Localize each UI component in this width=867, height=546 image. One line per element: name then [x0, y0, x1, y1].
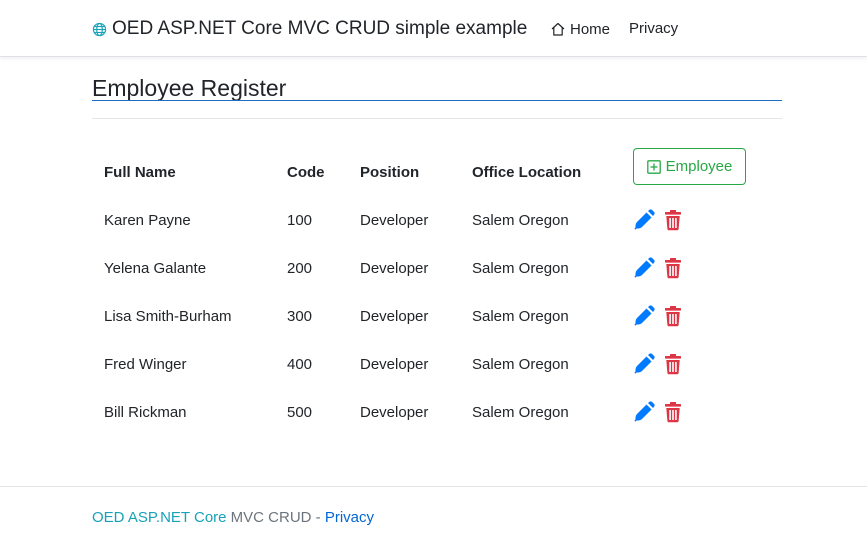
- cell-position: Developer: [360, 260, 429, 277]
- trash-icon[interactable]: [662, 353, 684, 375]
- edit-icon[interactable]: [633, 257, 655, 279]
- header-full-name: Full Name: [104, 164, 176, 181]
- trash-icon[interactable]: [662, 305, 684, 327]
- cell-position: Developer: [360, 308, 429, 325]
- cell-office-location: Salem Oregon: [472, 212, 569, 229]
- footer-divider: [0, 486, 867, 487]
- home-icon: [551, 22, 565, 36]
- cell-full-name: Bill Rickman: [104, 404, 187, 421]
- title-underline: [92, 100, 782, 101]
- globe-icon: [92, 22, 107, 36]
- trash-icon[interactable]: [662, 257, 684, 279]
- edit-icon[interactable]: [633, 401, 655, 423]
- header-position: Position: [360, 164, 420, 181]
- cell-office-location: Salem Oregon: [472, 356, 569, 373]
- footer-privacy-link[interactable]: Privacy: [325, 509, 374, 526]
- cell-full-name: Karen Payne: [104, 212, 191, 229]
- cell-full-name: Fred Winger: [104, 356, 187, 373]
- row-actions: [633, 401, 684, 423]
- cell-position: Developer: [360, 356, 429, 373]
- cell-office-location: Salem Oregon: [472, 404, 569, 421]
- top-navbar: OED ASP.NET Core MVC CRUD simple example…: [0, 0, 867, 57]
- cell-full-name: Lisa Smith-Burham: [104, 308, 232, 325]
- row-actions: [633, 305, 684, 327]
- cell-position: Developer: [360, 404, 429, 421]
- header-office-location: Office Location: [472, 164, 582, 181]
- add-employee-button[interactable]: Employee: [633, 148, 746, 185]
- edit-icon[interactable]: [633, 209, 655, 231]
- cell-code: 400: [287, 356, 313, 373]
- row-actions: [633, 257, 684, 279]
- trash-icon[interactable]: [662, 401, 684, 423]
- footer: OED ASP.NET Core MVC CRUD - Privacy: [92, 508, 374, 528]
- brand-title: OED ASP.NET Core MVC CRUD simple example: [112, 18, 528, 39]
- edit-icon[interactable]: [633, 353, 655, 375]
- cell-code: 500: [287, 404, 313, 421]
- cell-full-name: Yelena Galante: [104, 260, 207, 277]
- cell-code: 100: [287, 212, 313, 229]
- page-title: Employee Register: [92, 75, 287, 101]
- nav-privacy-link[interactable]: Privacy: [629, 19, 678, 39]
- cell-code: 300: [287, 308, 313, 325]
- cell-office-location: Salem Oregon: [472, 260, 569, 277]
- trash-icon[interactable]: [662, 209, 684, 231]
- header-code: Code: [287, 164, 325, 181]
- footer-brand-link[interactable]: OED ASP.NET Core: [92, 509, 227, 526]
- nav-home-label: Home: [570, 20, 611, 38]
- section-divider: [92, 118, 782, 119]
- plus-square-icon: [646, 159, 661, 174]
- brand-link[interactable]: OED ASP.NET Core MVC CRUD simple example: [92, 17, 527, 41]
- row-actions: [633, 353, 684, 375]
- row-actions: [633, 209, 684, 231]
- footer-text: MVC CRUD -: [226, 509, 325, 526]
- cell-office-location: Salem Oregon: [472, 308, 569, 325]
- nav-home-link[interactable]: Home: [550, 19, 610, 39]
- cell-code: 200: [287, 260, 313, 277]
- add-employee-label: Employee: [665, 158, 733, 175]
- cell-position: Developer: [360, 212, 429, 229]
- edit-icon[interactable]: [633, 305, 655, 327]
